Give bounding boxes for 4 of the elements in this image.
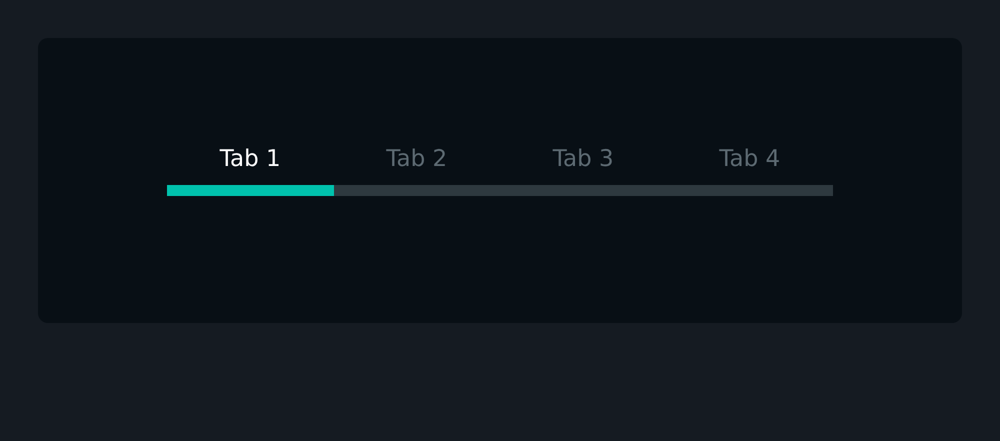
tab[interactable]: Tab 3 xyxy=(500,144,666,196)
tab[interactable]: Tab 4 xyxy=(666,144,833,196)
tab[interactable]: Tab 1 xyxy=(167,144,334,196)
tab[interactable]: Tab 2 xyxy=(334,144,500,196)
